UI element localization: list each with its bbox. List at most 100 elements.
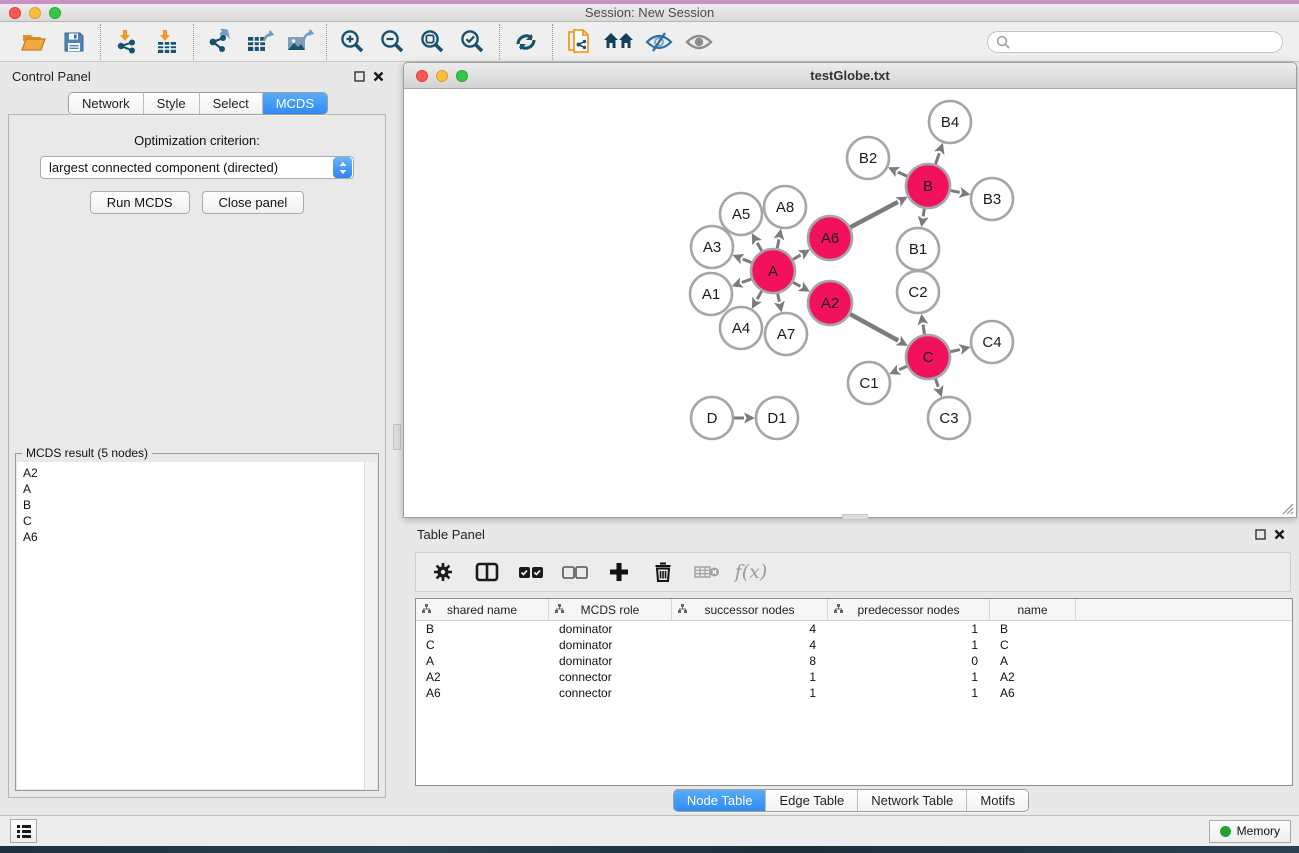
node-C1[interactable]: C1	[848, 362, 890, 404]
node-B3[interactable]: B3	[971, 178, 1013, 220]
network-window-titlebar[interactable]: testGlobe.txt	[404, 63, 1296, 89]
mcds-result-item[interactable]: A2	[23, 465, 377, 481]
zoom-out-button[interactable]	[373, 26, 413, 58]
edge-B-B3[interactable]	[951, 191, 960, 193]
node-B1[interactable]: B1	[897, 228, 939, 270]
float-panel-icon[interactable]	[354, 71, 365, 82]
mcds-result-item[interactable]: C	[23, 513, 377, 529]
tab-edge-table[interactable]: Edge Table	[765, 790, 857, 811]
edge-A-A5[interactable]	[757, 243, 762, 251]
mcds-result-item[interactable]: A	[23, 481, 377, 497]
column-header-successor-nodes[interactable]: successor nodes	[672, 599, 828, 621]
edge-A-A6[interactable]	[793, 255, 801, 259]
table-row[interactable]: A2connector11A2	[416, 669, 1292, 685]
column-header-predecessor-nodes[interactable]: predecessor nodes	[828, 599, 990, 621]
mcds-result-item[interactable]: A6	[23, 529, 377, 545]
node-A1[interactable]: A1	[690, 273, 732, 315]
tab-motifs[interactable]: Motifs	[966, 790, 1028, 811]
resize-grip-icon[interactable]	[1280, 501, 1294, 515]
node-B2[interactable]: B2	[847, 137, 889, 179]
edge-C-C4[interactable]	[950, 350, 959, 352]
vertical-splitter-handle[interactable]	[393, 424, 401, 450]
tab-mcds[interactable]: MCDS	[262, 93, 327, 114]
node-D1[interactable]: D1	[756, 397, 798, 439]
column-header-MCDS-role[interactable]: MCDS role	[549, 599, 672, 621]
new-network-from-selection-button[interactable]	[559, 26, 599, 58]
zoom-fit-button[interactable]	[413, 26, 453, 58]
create-column-button[interactable]	[602, 557, 636, 587]
node-A7[interactable]: A7	[765, 313, 807, 355]
export-image-button[interactable]	[280, 26, 320, 58]
close-panel-button[interactable]: Close panel	[202, 191, 305, 214]
edge-C-C3[interactable]	[935, 379, 938, 387]
edge-A-A3[interactable]	[743, 259, 752, 262]
show-eye-button[interactable]	[679, 26, 719, 58]
edge-A-A1[interactable]	[742, 279, 751, 283]
node-A4[interactable]: A4	[720, 307, 762, 349]
search-field[interactable]	[987, 31, 1283, 53]
import-table-button[interactable]	[147, 26, 187, 58]
refresh-button[interactable]	[506, 26, 546, 58]
result-scrollbar[interactable]	[364, 462, 377, 789]
close-table-panel-icon[interactable]	[1274, 529, 1285, 540]
close-panel-icon[interactable]	[373, 71, 384, 82]
edge-C-C1[interactable]	[899, 366, 907, 369]
edge-A-A2[interactable]	[793, 282, 800, 286]
column-header-name[interactable]: name	[990, 599, 1076, 621]
import-network-button[interactable]	[107, 26, 147, 58]
network-graph[interactable]: B4B2BB3A5A8A6B1A3AC2A1A2A4A7C4CC1C3DD1	[404, 89, 1296, 517]
node-A6[interactable]: A6	[808, 216, 852, 260]
column-header-shared-name[interactable]: shared name	[416, 599, 549, 621]
network-canvas[interactable]: B4B2BB3A5A8A6B1A3AC2A1A2A4A7C4CC1C3DD1	[404, 89, 1296, 517]
node-A8[interactable]: A8	[764, 186, 806, 228]
edge-A6-B[interactable]	[850, 202, 898, 227]
zoom-selected-button[interactable]	[453, 26, 493, 58]
node-C[interactable]: C	[906, 335, 950, 379]
memory-button[interactable]: Memory	[1209, 820, 1291, 843]
task-history-button[interactable]	[10, 819, 37, 843]
edge-A-A7[interactable]	[778, 294, 780, 302]
table-row[interactable]: Cdominator41C	[416, 637, 1292, 653]
houses-button[interactable]	[599, 26, 639, 58]
zoom-in-button[interactable]	[333, 26, 373, 58]
select-all-button[interactable]	[514, 557, 548, 587]
export-network-button[interactable]	[200, 26, 240, 58]
node-D[interactable]: D	[691, 397, 733, 439]
edge-B-B2[interactable]	[898, 172, 907, 176]
table-row[interactable]: A6connector11A6	[416, 685, 1292, 701]
save-session-button[interactable]	[54, 26, 94, 58]
search-input[interactable]	[1010, 35, 1274, 49]
table-settings-button[interactable]	[426, 557, 460, 587]
node-C4[interactable]: C4	[971, 321, 1013, 363]
open-session-button[interactable]	[14, 26, 54, 58]
run-mcds-button[interactable]: Run MCDS	[90, 191, 190, 214]
unselect-all-button[interactable]	[558, 557, 592, 587]
node-B4[interactable]: B4	[929, 101, 971, 143]
edge-B-B1[interactable]	[923, 209, 924, 217]
edge-A-A8[interactable]	[777, 239, 779, 248]
node-A3[interactable]: A3	[691, 226, 733, 268]
tab-node-table[interactable]: Node Table	[674, 790, 766, 811]
node-C3[interactable]: C3	[928, 397, 970, 439]
node-A[interactable]: A	[751, 249, 795, 293]
hide-eye-button[interactable]	[639, 26, 679, 58]
tab-select[interactable]: Select	[199, 93, 262, 114]
edge-A-A4[interactable]	[757, 291, 762, 299]
show-column-panel-button[interactable]	[470, 557, 504, 587]
mcds-result-item[interactable]: B	[23, 497, 377, 513]
tab-style[interactable]: Style	[143, 93, 199, 114]
table-row[interactable]: Adominator80A	[416, 653, 1292, 669]
float-table-panel-icon[interactable]	[1255, 529, 1266, 540]
export-table-button[interactable]	[240, 26, 280, 58]
edge-C-C2[interactable]	[923, 325, 924, 335]
node-B[interactable]: B	[906, 164, 950, 208]
mcds-result-list[interactable]: A2ABCA6	[17, 462, 377, 789]
node-C2[interactable]: C2	[897, 271, 939, 313]
edge-A2-C[interactable]	[850, 314, 898, 340]
node-A2[interactable]: A2	[808, 281, 852, 325]
tab-network[interactable]: Network	[69, 93, 143, 114]
criterion-dropdown[interactable]: largest connected component (directed)	[40, 156, 354, 179]
edge-B-B4[interactable]	[935, 153, 939, 164]
tab-network-table[interactable]: Network Table	[857, 790, 966, 811]
delete-column-button[interactable]	[646, 557, 680, 587]
